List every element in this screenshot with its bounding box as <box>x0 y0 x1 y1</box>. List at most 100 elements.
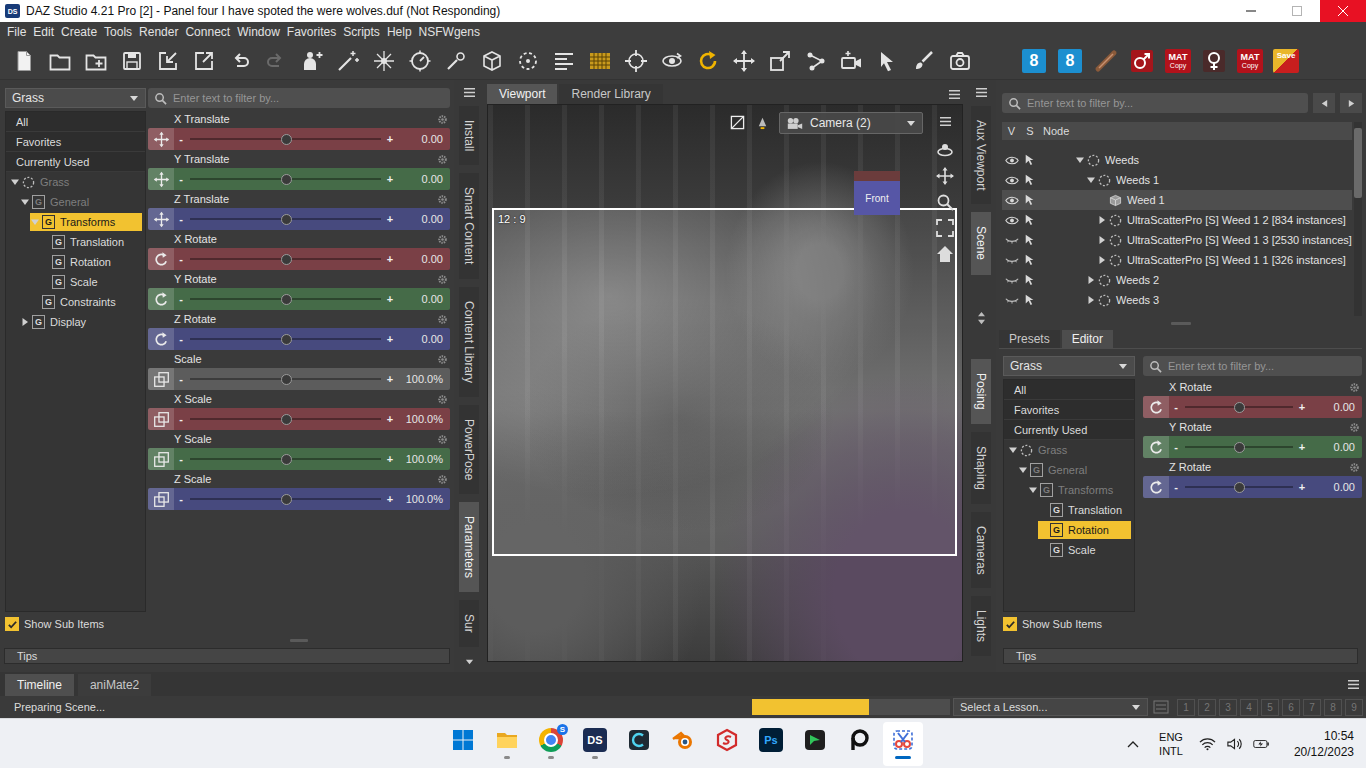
slider-track[interactable] <box>1183 476 1295 498</box>
parameter-slider[interactable]: Y Rotate - + 0.00 <box>148 272 450 312</box>
slider-handle[interactable] <box>281 334 292 345</box>
parameter-slider[interactable]: Y Scale - + 100.0% <box>148 432 450 472</box>
frame-icon[interactable] <box>936 219 954 237</box>
collapsed-arrow-icon[interactable] <box>1097 235 1107 245</box>
lesson-step-button[interactable]: 6 <box>1282 699 1300 716</box>
slider-handle[interactable] <box>281 254 292 265</box>
viewport-tab[interactable]: Viewport <box>487 84 557 104</box>
tips-bar[interactable]: Tips <box>1003 648 1358 664</box>
next-button[interactable] <box>1340 93 1362 113</box>
eye-closed-icon[interactable] <box>1005 255 1019 266</box>
selectable-arrow-icon[interactable] <box>1024 154 1036 166</box>
lesson-step-button[interactable]: 3 <box>1219 699 1237 716</box>
tool-button[interactable] <box>330 44 366 78</box>
tool-button[interactable] <box>690 44 726 78</box>
slider-handle[interactable] <box>281 454 292 465</box>
splitter[interactable] <box>290 639 308 642</box>
panel-menu-icon[interactable] <box>1347 679 1360 690</box>
decrement-button[interactable]: - <box>174 453 188 465</box>
decrement-button[interactable]: - <box>1169 401 1183 413</box>
tool-button[interactable] <box>870 44 906 78</box>
panel-menu-icon[interactable] <box>463 87 476 98</box>
slider-track[interactable] <box>188 488 383 510</box>
dock-tab[interactable]: Posing <box>971 359 991 424</box>
taskbar-app[interactable] <box>795 722 835 766</box>
taskbar-app[interactable] <box>443 722 483 766</box>
tree-item[interactable]: G Rotation <box>1004 520 1134 540</box>
tree-item[interactable]: G Scale <box>1004 540 1134 560</box>
slider-handle[interactable] <box>281 374 292 385</box>
female-button[interactable] <box>1196 44 1232 78</box>
expanded-arrow-icon[interactable] <box>1018 465 1028 475</box>
panel-menu-icon[interactable] <box>939 116 952 127</box>
column-header[interactable]: V <box>1002 125 1021 137</box>
dock-tab[interactable]: Scene <box>971 212 991 274</box>
tool-button[interactable] <box>834 44 870 78</box>
slider-track[interactable] <box>188 328 383 350</box>
taskbar-app[interactable]: DS <box>575 722 615 766</box>
pane-tab[interactable]: Editor <box>1062 330 1113 348</box>
male-button[interactable] <box>1124 44 1160 78</box>
mat-copy-button[interactable]: MAT Copy <box>1160 44 1196 78</box>
lesson-step-button[interactable]: 1 <box>1177 699 1195 716</box>
parameter-slider[interactable]: Z Translate - + 0.00 <box>148 192 450 232</box>
slider-track[interactable] <box>1183 436 1295 458</box>
close-button[interactable] <box>1320 0 1366 22</box>
gear-icon[interactable] <box>437 394 448 405</box>
increment-button[interactable]: + <box>383 133 397 145</box>
filter-item[interactable]: Currently Used <box>6 152 145 172</box>
menu-item[interactable]: Favorites <box>287 25 336 39</box>
pan-icon[interactable] <box>936 167 954 185</box>
slider-track[interactable] <box>188 208 383 230</box>
tree-item[interactable]: G Transforms <box>6 212 145 232</box>
decrement-button[interactable]: - <box>174 413 188 425</box>
eye-closed-icon[interactable] <box>1005 235 1019 246</box>
tool-button[interactable] <box>618 44 654 78</box>
increment-button[interactable]: + <box>383 293 397 305</box>
increment-button[interactable]: + <box>383 373 397 385</box>
parameter-slider[interactable]: Y Translate - + 0.00 <box>148 152 450 192</box>
tool-button[interactable] <box>186 44 222 78</box>
scene-node-row[interactable]: Weeds 1 <box>1002 170 1352 190</box>
taskbar-app[interactable] <box>619 722 659 766</box>
camera-dropdown[interactable]: Camera (2) <box>779 112 923 134</box>
expanded-arrow-icon[interactable] <box>1028 485 1038 495</box>
slider-handle[interactable] <box>281 214 292 225</box>
taskbar-app[interactable] <box>839 722 879 766</box>
lighting-icon[interactable] <box>755 115 770 130</box>
save-button[interactable]: Save <box>1268 44 1304 78</box>
decrement-button[interactable]: - <box>174 493 188 505</box>
decrement-button[interactable]: - <box>174 213 188 225</box>
taskbar-app[interactable] <box>707 722 747 766</box>
increment-button[interactable]: + <box>383 413 397 425</box>
slider-handle[interactable] <box>1234 442 1245 453</box>
tool-button[interactable] <box>798 44 834 78</box>
slider-handle[interactable] <box>1234 402 1245 413</box>
decrement-button[interactable]: - <box>174 293 188 305</box>
menu-item[interactable]: Create <box>61 25 97 39</box>
scrollbar[interactable] <box>1354 122 1362 316</box>
show-hidden-icons-icon[interactable] <box>1127 740 1139 748</box>
slider-handle[interactable] <box>281 294 292 305</box>
tool-button[interactable] <box>114 44 150 78</box>
slider-handle[interactable] <box>1234 482 1245 493</box>
dock-tab[interactable]: Parameters <box>459 502 479 592</box>
slider-handle[interactable] <box>281 494 292 505</box>
tool-button[interactable] <box>6 44 42 78</box>
gear-icon[interactable] <box>437 114 448 125</box>
gear-icon[interactable] <box>437 474 448 485</box>
lesson-step-button[interactable]: 5 <box>1261 699 1279 716</box>
dock-tab[interactable]: Install <box>459 106 479 165</box>
menu-item[interactable]: Connect <box>185 25 230 39</box>
dock-splitter[interactable] <box>977 306 986 330</box>
dock-tab[interactable]: Content Library <box>459 287 479 397</box>
increment-button[interactable]: + <box>383 333 397 345</box>
brush-button[interactable] <box>1088 44 1124 78</box>
mat-copy-button[interactable]: MAT Copy <box>1232 44 1268 78</box>
selectable-arrow-icon[interactable] <box>1024 194 1036 206</box>
slider-track[interactable] <box>188 368 383 390</box>
checkbox[interactable] <box>1003 617 1017 631</box>
tree-item[interactable]: G Display <box>6 312 145 332</box>
node-dropdown[interactable]: Grass <box>1003 356 1135 376</box>
expanded-arrow-icon[interactable] <box>10 177 20 187</box>
